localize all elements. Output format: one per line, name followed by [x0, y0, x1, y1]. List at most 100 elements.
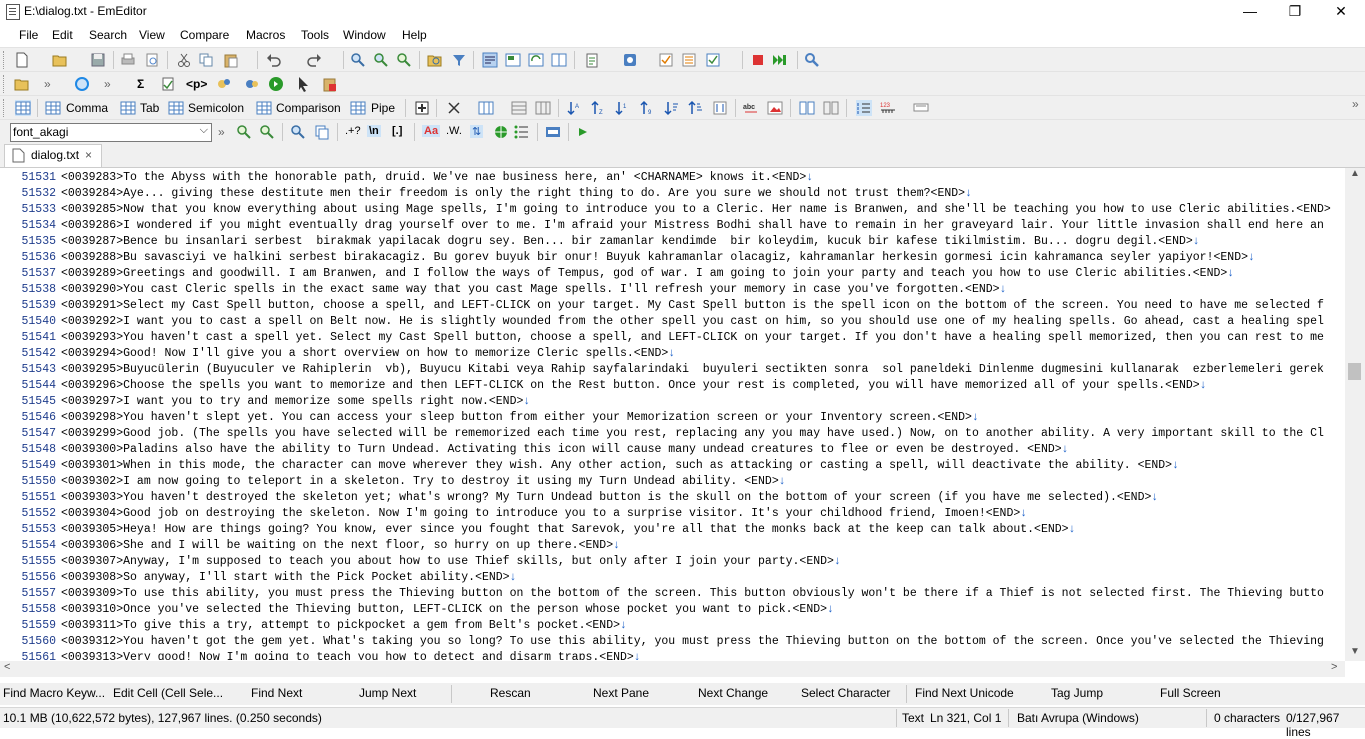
line-text[interactable]: <0039291>Select my Cast Spell button, ch…: [61, 298, 1324, 314]
line-text[interactable]: <0039304>Good job on destroying the skel…: [61, 506, 1020, 522]
editor-line[interactable]: 51536 <0039288>Bu savasciyi ve halkini se…: [0, 250, 1343, 266]
editor-line[interactable]: 51550 <0039302>I am now going to teleport…: [0, 474, 1343, 490]
sum-icon[interactable]: Σ: [137, 77, 144, 91]
horizontal-scrollbar[interactable]: < >: [0, 661, 1345, 677]
close-button[interactable]: ✕: [1318, 0, 1364, 24]
search-box[interactable]: font_akagi ⌵: [10, 123, 212, 142]
function-key-4[interactable]: Jump Next: [359, 686, 416, 700]
editor-line[interactable]: 51558 <0039310>Once you've selected the T…: [0, 602, 1343, 618]
line-text[interactable]: <0039308>So anyway, I'll start with the …: [61, 570, 510, 586]
menu-macros[interactable]: Macros: [246, 28, 285, 42]
editor-line[interactable]: 51533 <0039285>Now that you know everythi…: [0, 202, 1343, 218]
display-options-icon[interactable]: [913, 100, 929, 116]
menu-window[interactable]: Window: [343, 28, 386, 42]
line-text[interactable]: <0039284>Aye... giving these destitute m…: [61, 186, 965, 202]
line-text[interactable]: <0039313>Very good! Now I'm going to tea…: [61, 650, 634, 660]
function-key-9[interactable]: Find Next Unicode: [915, 686, 1014, 700]
sort-ascending-icon[interactable]: A: [567, 100, 583, 116]
redo-icon[interactable]: [306, 52, 322, 68]
scroll-left-icon[interactable]: <: [4, 661, 10, 673]
scroll-thumb[interactable]: [1348, 363, 1361, 380]
comma-button[interactable]: Comma: [66, 101, 108, 115]
editor-line[interactable]: 51561 <0039313>Very good! Now I'm going t…: [0, 650, 1343, 660]
find-icon[interactable]: [350, 52, 366, 68]
toolbar-grip[interactable]: [3, 51, 6, 69]
image-icon[interactable]: [767, 100, 783, 116]
clipboard-icon[interactable]: [584, 52, 600, 68]
undo-icon[interactable]: [266, 52, 282, 68]
line-text[interactable]: <0039306>She and I will be waiting on th…: [61, 538, 613, 554]
editor-lines[interactable]: 51531 <0039283>To the Abyss with the hono…: [0, 170, 1343, 660]
escape-sequence-icon[interactable]: \n: [367, 125, 381, 137]
function-key-11[interactable]: Full Screen: [1160, 686, 1221, 700]
compare-icon[interactable]: [799, 100, 815, 116]
editor-line[interactable]: 51545 <0039297>I want you to try and memo…: [0, 394, 1343, 410]
function-key-7[interactable]: Next Change: [698, 686, 768, 700]
pipe-button[interactable]: Pipe: [371, 101, 395, 115]
line-text[interactable]: <0039290>You cast Cleric spells in the e…: [61, 282, 1000, 298]
find-all-icon[interactable]: [314, 124, 330, 140]
editor-line[interactable]: 51557 <0039309>To use this ability, you m…: [0, 586, 1343, 602]
toolbar-overflow-icon[interactable]: »: [104, 77, 111, 91]
line-text[interactable]: <0039296>Choose the spells you want to m…: [61, 378, 1200, 394]
whole-word-icon[interactable]: [.]: [392, 125, 402, 137]
folder-view-icon[interactable]: [14, 76, 30, 92]
table-icon[interactable]: [511, 100, 527, 116]
line-text[interactable]: <0039309>To use this ability, you must p…: [61, 586, 1324, 602]
find-next-icon[interactable]: [373, 52, 389, 68]
line-text[interactable]: <0039300>Paladins also have the ability …: [61, 442, 1062, 458]
snippet-icon[interactable]: [216, 76, 232, 92]
editor-line[interactable]: 51549 <0039301>When in this mode, the cha…: [0, 458, 1343, 474]
menu-compare[interactable]: Compare: [180, 28, 229, 42]
line-text[interactable]: <0039289>Greetings and goodwill. I am Br…: [61, 266, 1227, 282]
function-key-2[interactable]: Edit Cell (Cell Sele...: [113, 686, 223, 700]
line-text[interactable]: <0039287>Bence bu insanlari serbest bira…: [61, 234, 1193, 250]
editor-line[interactable]: 51535 <0039287>Bence bu insanlari serbest…: [0, 234, 1343, 250]
properties-icon[interactable]: [681, 52, 697, 68]
menu-help[interactable]: Help: [402, 28, 427, 42]
paste-icon[interactable]: [223, 52, 239, 68]
function-key-3[interactable]: Find Next: [251, 686, 302, 700]
close-tab-icon[interactable]: ×: [85, 148, 92, 162]
tab-dialog-txt[interactable]: dialog.txt ×: [4, 144, 102, 167]
editor-line[interactable]: 51546 <0039298>You haven't slept yet. You…: [0, 410, 1343, 426]
menu-edit[interactable]: Edit: [52, 28, 73, 42]
editor-line[interactable]: 51553 <0039305>Heya! How are things going…: [0, 522, 1343, 538]
outline-icon[interactable]: [505, 52, 521, 68]
vertical-scrollbar[interactable]: ▲ ▼: [1345, 168, 1365, 661]
pipe-icon[interactable]: [350, 100, 366, 116]
ruler-icon[interactable]: 123: [880, 100, 896, 116]
search-input[interactable]: font_akagi: [13, 125, 68, 139]
line-text[interactable]: <0039283>To the Abyss with the honorable…: [61, 170, 806, 186]
sync-scroll-icon[interactable]: [823, 100, 839, 116]
sort-length-icon[interactable]: [664, 100, 680, 116]
scroll-up-icon[interactable]: ▲: [1350, 168, 1360, 179]
editor-line[interactable]: 51559 <0039311>To give this a try, attemp…: [0, 618, 1343, 634]
search-icon[interactable]: [290, 124, 306, 140]
line-text[interactable]: <0039303>You haven't destroyed the skele…: [61, 490, 1151, 506]
print-preview-icon[interactable]: [144, 52, 160, 68]
new-file-icon[interactable]: [14, 52, 30, 68]
columns-icon[interactable]: [478, 100, 494, 116]
line-text[interactable]: <0039297>I want you to try and memorize …: [61, 394, 523, 410]
line-text[interactable]: <0039307>Anyway, I'm supposed to teach y…: [61, 554, 834, 570]
refresh-icon[interactable]: [528, 52, 544, 68]
line-text[interactable]: <0039288>Bu savasciyi ve halkini serbest…: [61, 250, 1248, 266]
sort-descending-icon[interactable]: Z: [591, 100, 607, 116]
editor-line[interactable]: 51539 <0039291>Select my Cast Spell butto…: [0, 298, 1343, 314]
tab-button[interactable]: Tab: [140, 101, 159, 115]
open-folder-icon[interactable]: [52, 52, 68, 68]
line-text[interactable]: <0039302>I am now going to teleport in a…: [61, 474, 779, 490]
pointer-icon[interactable]: [296, 76, 312, 92]
function-key-6[interactable]: Next Pane: [593, 686, 649, 700]
globe-icon[interactable]: [493, 124, 509, 140]
toolbar-overflow-icon[interactable]: »: [218, 125, 225, 139]
editor-line[interactable]: 51532 <0039284>Aye... giving these destit…: [0, 186, 1343, 202]
editor-line[interactable]: 51555 <0039307>Anyway, I'm supposed to te…: [0, 554, 1343, 570]
comparison-icon[interactable]: [256, 100, 272, 116]
stop-macro-icon[interactable]: [750, 52, 766, 68]
minimize-button[interactable]: —: [1227, 0, 1273, 24]
find-next-icon[interactable]: [236, 124, 252, 140]
projects-icon[interactable]: [244, 76, 260, 92]
menu-view[interactable]: View: [139, 28, 165, 42]
